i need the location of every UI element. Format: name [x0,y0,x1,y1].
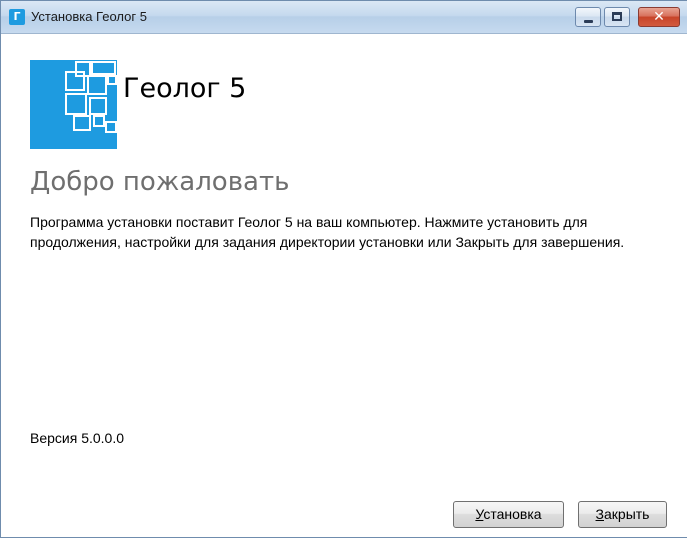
minimize-icon [584,20,593,23]
version-label: Версия 5.0.0.0 [30,430,125,446]
close-window-button[interactable]: ✕ [638,7,680,27]
window-title: Установка Геолог 5 [31,9,147,24]
welcome-heading: Добро пожаловать [30,167,290,197]
close-button[interactable]: Закрыть [578,501,667,528]
minimize-button[interactable] [575,7,601,27]
close-icon: ✕ [653,9,665,25]
app-icon-glyph: Г [13,10,21,23]
maximize-icon [612,12,622,21]
squares-logo-icon [30,60,117,149]
app-icon[interactable]: Г [9,9,25,25]
close-label: акрыть [604,506,650,522]
maximize-button[interactable] [604,7,630,27]
title-bar[interactable]: Г Установка Геолог 5 ✕ [1,1,687,34]
close-accelerator: З [595,506,604,522]
install-label: становка [483,506,542,522]
install-button[interactable]: Установка [453,501,564,528]
product-title: Геолог 5 [123,73,247,104]
description-text: Программа установки поставит Геолог 5 на… [30,214,625,250]
installer-window: Г Установка Геолог 5 ✕ Геолог 5 Добро по… [0,0,687,538]
